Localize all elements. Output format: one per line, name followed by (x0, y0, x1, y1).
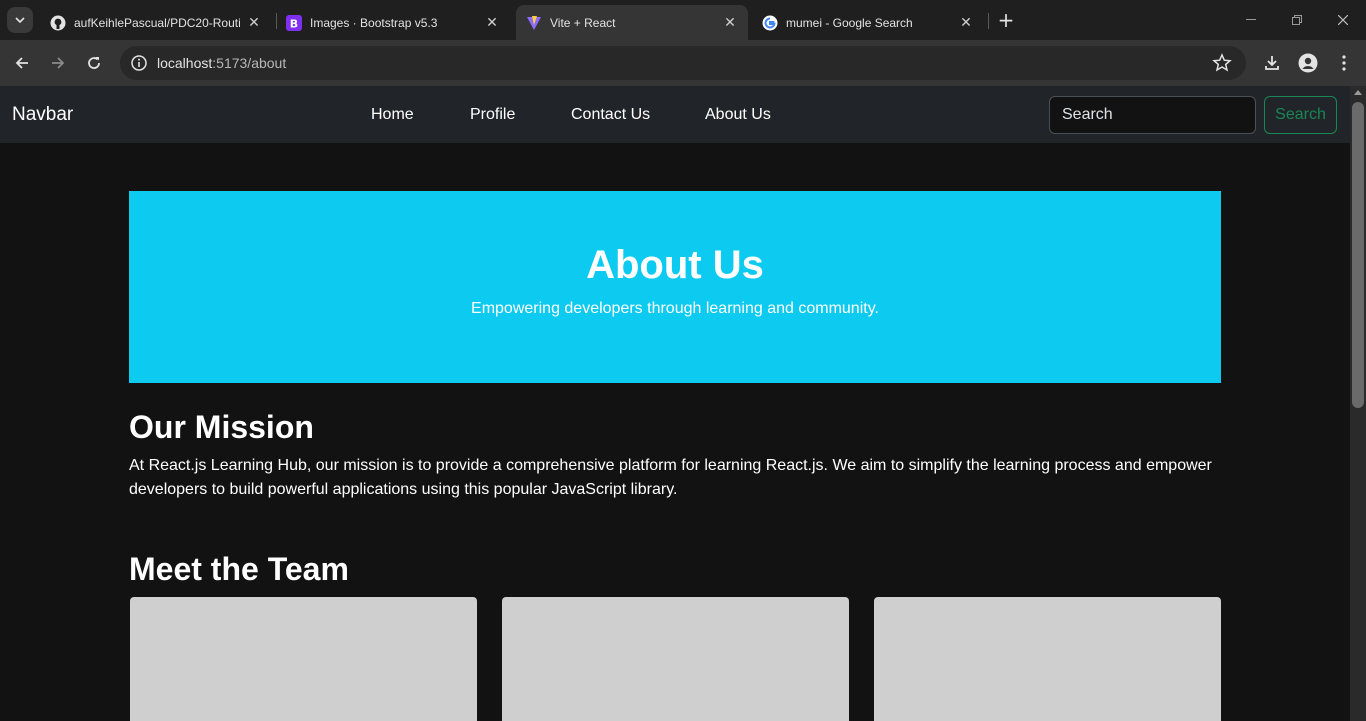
nav-link-profile[interactable]: Profile (470, 106, 515, 124)
vite-icon (526, 15, 542, 31)
nav-link-contact[interactable]: Contact Us (571, 106, 650, 124)
google-icon (762, 15, 778, 31)
page-scrollbar[interactable] (1350, 86, 1366, 721)
menu-button[interactable] (1332, 51, 1356, 75)
page-viewport: Navbar Home Profile Contact Us About Us … (0, 86, 1350, 721)
download-button[interactable] (1260, 51, 1284, 75)
arrow-left-icon (15, 57, 28, 69)
new-tab-button[interactable]: + (994, 8, 1018, 32)
team-card (502, 597, 849, 721)
close-icon[interactable]: ✕ (484, 14, 500, 31)
url-path: :5173/about (212, 55, 287, 71)
hero-title: About Us (586, 243, 764, 287)
tab-title: mumei - Google Search (786, 15, 913, 30)
github-icon (50, 15, 66, 31)
browser-toolbar: localhost:5173/about (0, 40, 1366, 86)
svg-text:B: B (290, 17, 298, 30)
restore-icon (1292, 15, 1302, 25)
restore-button[interactable] (1274, 0, 1320, 40)
tab-github[interactable]: aufKeihlePascual/PDC20-Routing ✕ (40, 5, 272, 40)
mission-text: At React.js Learning Hub, our mission is… (129, 457, 1212, 498)
navbar-brand[interactable]: Navbar (12, 104, 73, 126)
bookmark-star-icon[interactable] (1212, 53, 1232, 73)
search-button[interactable]: Search (1264, 96, 1337, 134)
address-bar[interactable]: localhost:5173/about (120, 46, 1246, 80)
minimize-button[interactable] (1228, 0, 1274, 40)
nav-link-about[interactable]: About Us (705, 106, 771, 124)
nav-link-home[interactable]: Home (371, 106, 414, 124)
reload-icon (88, 57, 100, 69)
url-host: localhost (157, 55, 213, 71)
scroll-thumb[interactable] (1352, 102, 1364, 408)
tab-separator (988, 13, 989, 29)
close-icon[interactable]: ✕ (958, 14, 974, 31)
scroll-up-arrow-icon[interactable] (1354, 90, 1362, 95)
team-card (874, 597, 1221, 721)
team-heading: Meet the Team (129, 551, 349, 587)
bootstrap-icon: B (286, 14, 302, 31)
download-icon (1265, 56, 1279, 70)
tab-title: aufKeihlePascual/PDC20-Routing (74, 15, 240, 30)
close-window-button[interactable] (1320, 0, 1366, 40)
tab-search-button[interactable] (7, 7, 33, 33)
minimize-icon (1246, 19, 1256, 20)
close-icon (1338, 15, 1348, 25)
mission-heading: Our Mission (129, 409, 314, 445)
tab-vite-react[interactable]: Vite + React ✕ (516, 5, 748, 40)
reload-button[interactable] (81, 50, 107, 76)
tab-title: Images · Bootstrap v5.3 (310, 15, 438, 30)
browser-tabstrip: aufKeihlePascual/PDC20-Routing ✕ B Image… (0, 0, 1366, 40)
team-card (130, 597, 477, 721)
tab-bootstrap[interactable]: B Images · Bootstrap v5.3 ✕ (276, 5, 510, 40)
url-text[interactable]: localhost:5173/about (157, 55, 286, 71)
close-icon[interactable]: ✕ (246, 14, 262, 31)
kebab-menu-icon (1342, 55, 1346, 71)
hero-subtitle: Empowering developers through learning a… (471, 300, 879, 317)
arrow-right-icon (52, 57, 65, 69)
forward-button[interactable] (45, 50, 71, 76)
profile-icon (1298, 53, 1318, 73)
profile-button[interactable] (1296, 51, 1320, 75)
tab-title: Vite + React (550, 15, 616, 30)
close-icon[interactable]: ✕ (722, 14, 738, 31)
tab-google[interactable]: mumei - Google Search ✕ (752, 5, 984, 40)
back-button[interactable] (9, 50, 35, 76)
hero-banner: About Us Empowering developers through l… (129, 191, 1221, 383)
chevron-down-icon (15, 17, 25, 23)
info-icon[interactable] (130, 54, 148, 72)
site-navbar: Navbar Home Profile Contact Us About Us … (0, 86, 1350, 143)
search-input[interactable] (1049, 96, 1256, 134)
